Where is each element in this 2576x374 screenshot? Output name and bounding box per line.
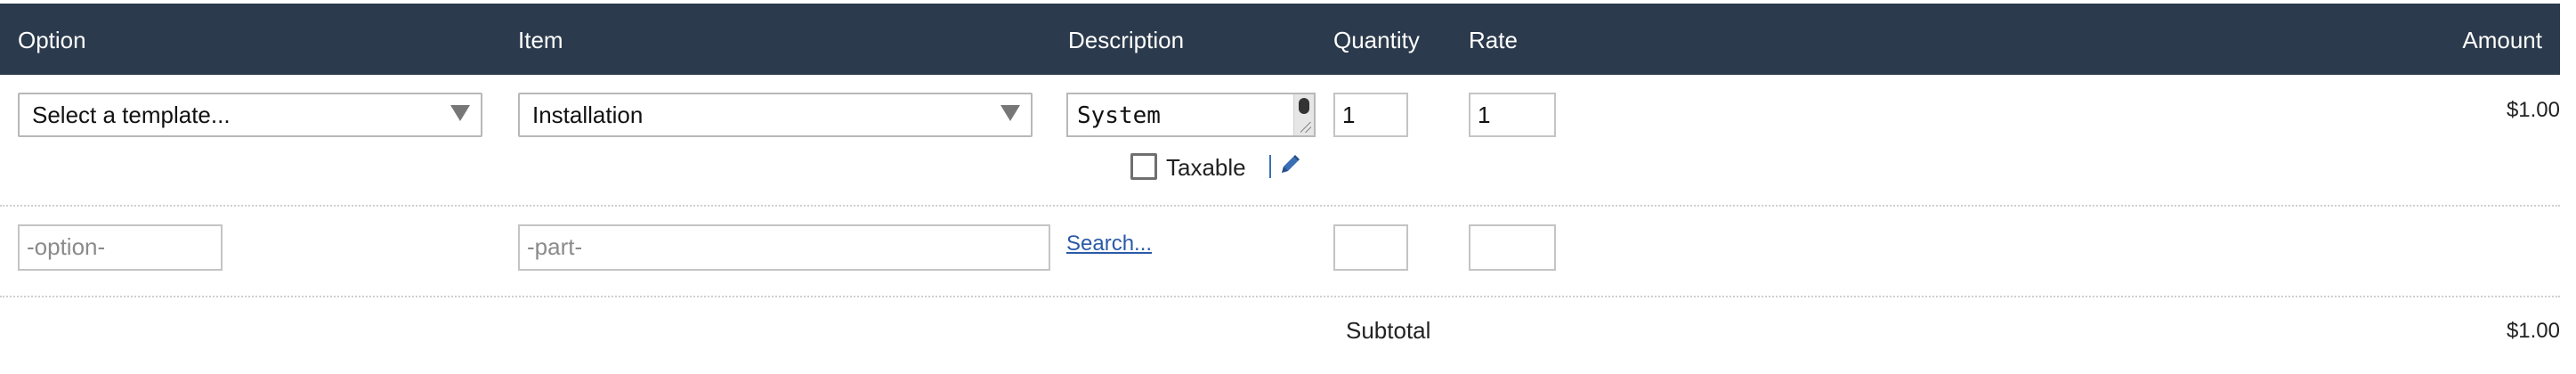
line-amount: $1.00: [2506, 98, 2560, 122]
scrollbar-thumb[interactable]: [1299, 98, 1309, 114]
resize-grip-icon[interactable]: [1300, 122, 1311, 133]
column-header-amount: Amount: [2462, 27, 2542, 53]
rate-value: 1: [1478, 102, 1491, 128]
new-rate-input[interactable]: [1469, 224, 1556, 271]
quantity-input[interactable]: 1: [1333, 93, 1408, 137]
table-row: Select a template... Installation System…: [0, 75, 2560, 207]
column-header-item: Item: [518, 27, 563, 53]
quantity-value: 1: [1342, 102, 1356, 128]
option-template-value: Select a template...: [32, 102, 231, 128]
option-input[interactable]: -option-: [18, 224, 223, 271]
subtotal-row: Subtotal $1.00: [0, 297, 2560, 369]
table-row: -option- -part- Search...: [0, 207, 2560, 297]
option-placeholder: -option-: [27, 233, 106, 260]
description-text: System: [1077, 102, 1161, 129]
new-quantity-input[interactable]: [1333, 224, 1408, 271]
column-header-quantity: Quantity: [1333, 27, 1420, 53]
column-header-description: Description: [1068, 27, 1185, 53]
table-header: Option Item Description Quantity Rate Am…: [0, 4, 2560, 75]
item-select-value: Installation: [532, 102, 644, 128]
taxable-checkbox[interactable]: [1130, 153, 1157, 180]
divider: [1269, 155, 1271, 178]
rate-input[interactable]: 1: [1469, 93, 1556, 137]
subtotal-amount: $1.00: [2506, 319, 2560, 343]
part-input[interactable]: -part-: [518, 224, 1050, 271]
search-link[interactable]: Search...: [1066, 232, 1152, 256]
taxable-label[interactable]: Taxable: [1166, 151, 1246, 183]
item-select[interactable]: Installation: [518, 93, 1033, 137]
subtotal-label: Subtotal: [1346, 317, 1431, 344]
column-header-rate: Rate: [1469, 27, 1518, 53]
part-placeholder: -part-: [527, 233, 583, 260]
description-textarea[interactable]: System: [1066, 93, 1316, 137]
triangle-down-icon: [450, 105, 470, 121]
option-template-select[interactable]: Select a template...: [18, 93, 482, 137]
line-items-table: Option Item Description Quantity Rate Am…: [0, 4, 2560, 369]
pencil-icon[interactable]: [1278, 153, 1301, 176]
column-header-option: Option: [18, 27, 86, 53]
triangle-down-icon: [1000, 105, 1020, 121]
